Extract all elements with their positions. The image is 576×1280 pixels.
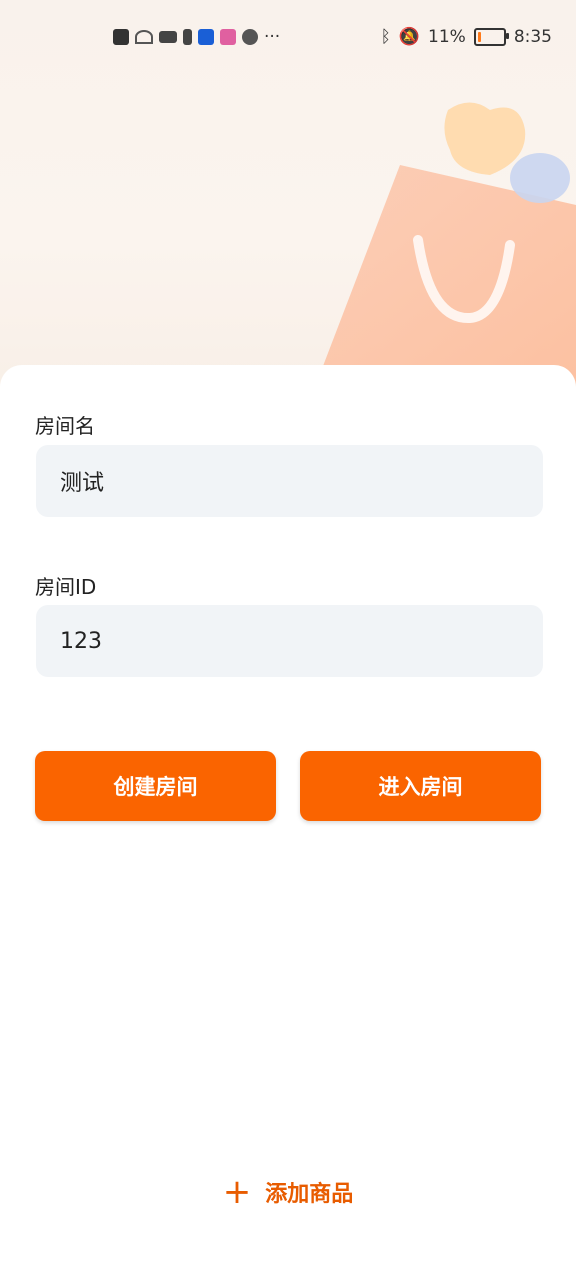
clock: 8:35 <box>513 27 552 47</box>
camera-icon <box>159 31 177 43</box>
battery-fill <box>477 32 481 42</box>
wifi-icon <box>135 30 153 44</box>
plus-icon: + <box>222 1172 252 1212</box>
room-name-input[interactable]: 测试 <box>36 445 543 517</box>
create-room-button[interactable]: 创建房间 <box>35 751 276 821</box>
notification-icons: ··· <box>113 27 280 47</box>
add-product-button[interactable]: + 添加商品 <box>0 1170 576 1214</box>
bluetooth-icon: ᛒ <box>380 27 391 47</box>
system-icons: ᛒ 🔕 11% 8:35 <box>381 27 552 47</box>
room-id-label: 房间ID <box>35 575 97 599</box>
globe-icon <box>242 29 258 45</box>
room-id-input[interactable]: 123 <box>36 605 543 677</box>
room-id-value: 123 <box>60 628 102 654</box>
alert-icon <box>113 29 129 45</box>
enter-room-button[interactable]: 进入房间 <box>300 751 541 821</box>
bulb-icon <box>198 29 214 45</box>
app-icon <box>220 29 236 45</box>
room-name-label: 房间名 <box>35 414 95 438</box>
battery-small-icon <box>183 29 192 45</box>
battery-icon <box>473 28 509 46</box>
mute-icon: 🔕 <box>398 27 421 47</box>
room-name-value: 测试 <box>60 471 105 496</box>
add-product-label: 添加商品 <box>265 1182 354 1207</box>
more-icon: ··· <box>264 27 281 47</box>
status-bar: ··· ᛒ 🔕 11% 8:35 <box>0 0 576 74</box>
battery-percent: 11% <box>428 27 466 47</box>
